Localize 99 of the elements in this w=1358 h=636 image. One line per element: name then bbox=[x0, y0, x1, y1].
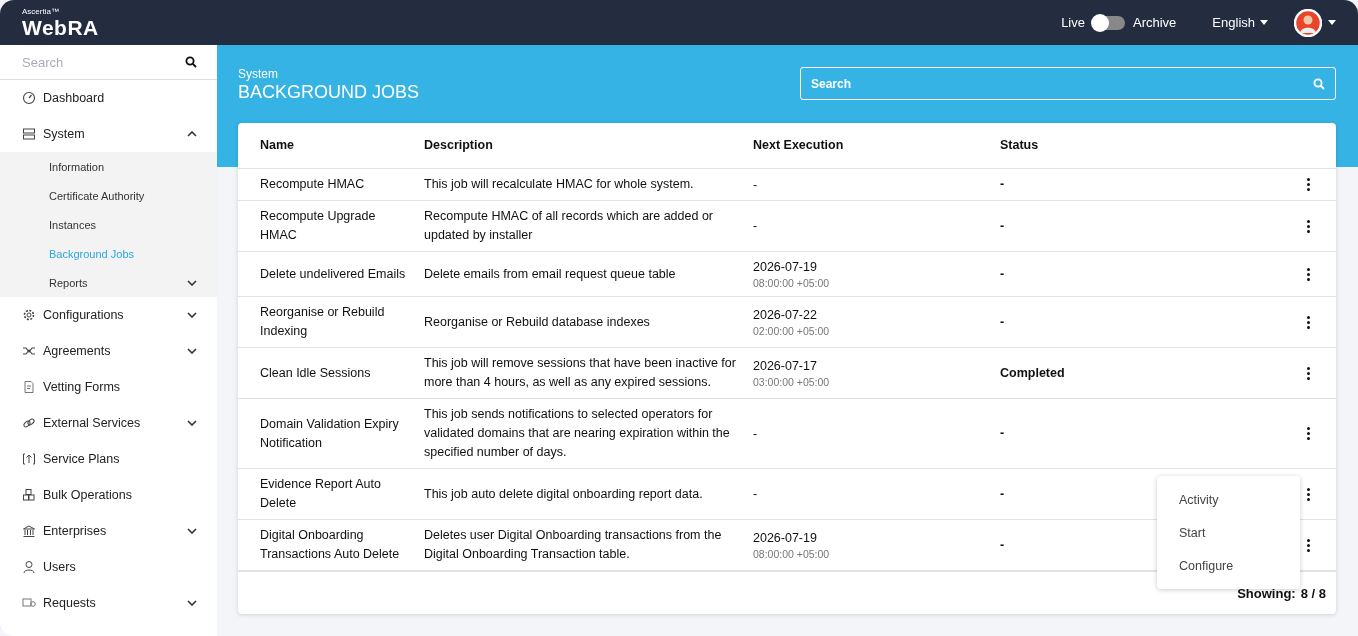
job-description: This job sends notifications to selected operators for validated domains that are nearing expiration within the specified number of days. bbox=[424, 406, 731, 462]
breadcrumb: System bbox=[238, 67, 279, 81]
job-name: Evidence Report Auto Delete bbox=[260, 476, 382, 513]
showing-label: Showing: bbox=[1237, 585, 1296, 601]
menu-item[interactable]: Configure bbox=[1157, 549, 1300, 582]
chevron-down-icon[interactable] bbox=[187, 528, 197, 534]
sidebar-search-field[interactable]: Search bbox=[22, 54, 185, 70]
job-status: - bbox=[1000, 425, 1006, 443]
language-dropdown[interactable]: English bbox=[1212, 15, 1268, 30]
next-execution-date: 2026-07-19 bbox=[753, 259, 818, 277]
sidebar-item[interactable]: Bulk Operations bbox=[0, 477, 217, 513]
job-description: Recompute HMAC of all records which are added or updated by installer bbox=[424, 208, 715, 245]
job-name: Reorganise or Rebuild Indexing bbox=[260, 304, 386, 341]
sidebar-item[interactable]: External Services bbox=[0, 405, 217, 441]
next-execution-date: - bbox=[753, 176, 759, 194]
more-options-button[interactable] bbox=[1306, 487, 1310, 501]
sidebar-item[interactable]: Enterprises bbox=[0, 513, 217, 549]
job-status: - bbox=[1000, 265, 1006, 283]
column-header: Name bbox=[260, 137, 296, 155]
column-header: Status bbox=[1000, 137, 1040, 155]
job-description: Deletes user Digital Onboarding transactions from the Digital Onboarding Transaction table. bbox=[424, 527, 723, 564]
job-description: Reorganise or Rebuild database indexes bbox=[424, 313, 651, 331]
menu-item[interactable]: Start bbox=[1157, 516, 1300, 549]
next-execution-date: - bbox=[753, 218, 759, 236]
job-description: Delete emails from email request queue table bbox=[424, 265, 677, 283]
sidebar-subitem[interactable]: Instances bbox=[0, 210, 217, 239]
job-description: This job will remove sessions that have been inactive for more than 4 hours, as well as any expired sessions. bbox=[424, 355, 737, 392]
user-icon bbox=[22, 560, 36, 574]
next-execution-date: 2026-07-19 bbox=[753, 530, 818, 548]
next-execution-time: 02:00:00 +05:00 bbox=[753, 324, 831, 339]
sidebar-item[interactable]: Configurations bbox=[0, 297, 217, 333]
bank-icon bbox=[22, 524, 36, 538]
menu-item[interactable]: Activity bbox=[1157, 483, 1300, 516]
next-execution-time: 03:00:00 +05:00 bbox=[753, 375, 831, 390]
next-execution-date: - bbox=[753, 425, 759, 443]
more-options-button[interactable] bbox=[1306, 219, 1310, 233]
more-options-button[interactable] bbox=[1306, 178, 1310, 192]
more-options-button[interactable] bbox=[1306, 267, 1310, 281]
chevron-down-icon[interactable] bbox=[187, 279, 197, 286]
sidebar-item[interactable]: Service Plans bbox=[0, 441, 217, 477]
boxes-icon bbox=[22, 488, 36, 502]
sidebar-item[interactable]: Dashboard bbox=[0, 80, 217, 116]
mode-toggle[interactable] bbox=[1093, 15, 1125, 30]
job-status: - bbox=[1000, 217, 1006, 235]
job-name: Clean Idle Sessions bbox=[260, 364, 372, 382]
sidebar-subitem[interactable]: Information bbox=[0, 152, 217, 181]
job-name: Recompute HMAC bbox=[260, 176, 366, 194]
job-description: This job will recalculate HMAC for whole system. bbox=[424, 176, 695, 194]
more-options-button[interactable] bbox=[1306, 315, 1310, 329]
search-field[interactable]: Search bbox=[800, 67, 1336, 100]
form-icon bbox=[22, 380, 36, 394]
sidebar-subitem[interactable]: Reports bbox=[0, 268, 217, 297]
job-name: Domain Validation Expiry Notification bbox=[260, 415, 400, 452]
sidebar-item[interactable]: Users bbox=[0, 549, 217, 585]
server-icon bbox=[22, 127, 36, 141]
next-execution-date: - bbox=[753, 486, 759, 504]
search-input[interactable]: Search bbox=[811, 76, 1313, 91]
row-count: 8 / 8 bbox=[1300, 585, 1326, 601]
sidebar-item[interactable]: System bbox=[0, 116, 217, 152]
job-status: - bbox=[1000, 485, 1006, 503]
card-icon bbox=[22, 596, 36, 610]
next-execution-time: 08:00:00 +05:00 bbox=[753, 547, 831, 562]
sidebar-item[interactable]: Vetting Forms bbox=[0, 369, 217, 405]
page-title: BACKGROUND JOBS bbox=[238, 82, 421, 103]
chevron-down-icon[interactable] bbox=[187, 312, 197, 318]
next-execution-date: 2026-07-17 bbox=[753, 358, 818, 376]
job-name: Delete undelivered Emails bbox=[260, 265, 407, 283]
sidebar-item[interactable]: Requests bbox=[0, 585, 217, 621]
chevron-up-icon[interactable] bbox=[187, 131, 197, 137]
caret-icon[interactable] bbox=[1328, 20, 1336, 25]
next-execution-date: 2026-07-22 bbox=[753, 307, 818, 325]
more-options-button[interactable] bbox=[1306, 427, 1310, 441]
link-icon bbox=[22, 416, 36, 430]
job-name: Digital Onboarding Transactions Auto Delete bbox=[260, 527, 401, 564]
brand-tagline: Ascertia™ bbox=[22, 7, 60, 16]
gauge-icon bbox=[22, 91, 36, 105]
job-status: Completed bbox=[1000, 364, 1066, 382]
chevron-down-icon[interactable] bbox=[187, 600, 197, 606]
more-options-button[interactable] bbox=[1306, 538, 1310, 552]
job-status: - bbox=[1000, 313, 1006, 331]
archive-label: Archive bbox=[1133, 15, 1177, 30]
upload-icon bbox=[22, 452, 36, 466]
column-header: Description bbox=[424, 137, 494, 155]
job-description: This job auto delete digital onboarding report data. bbox=[424, 485, 704, 503]
chevron-down-icon[interactable] bbox=[187, 420, 197, 426]
avatar[interactable] bbox=[1294, 8, 1322, 37]
search-icon[interactable] bbox=[185, 56, 197, 68]
chevron-down-icon[interactable] bbox=[187, 348, 197, 354]
gear-icon bbox=[22, 308, 36, 322]
sidebar-item[interactable]: Agreements bbox=[0, 333, 217, 369]
job-status: - bbox=[1000, 536, 1006, 554]
job-status: - bbox=[1000, 176, 1006, 194]
sidebar-subitem[interactable]: Certificate Authority bbox=[0, 181, 217, 210]
column-header: Next Execution bbox=[753, 137, 845, 155]
brand-logo: WebRA bbox=[22, 16, 99, 38]
job-name: Recompute Upgrade HMAC bbox=[260, 208, 377, 245]
live-label: Live bbox=[1061, 15, 1085, 30]
more-options-button[interactable] bbox=[1306, 366, 1310, 380]
next-execution-time: 08:00:00 +05:00 bbox=[753, 276, 831, 291]
